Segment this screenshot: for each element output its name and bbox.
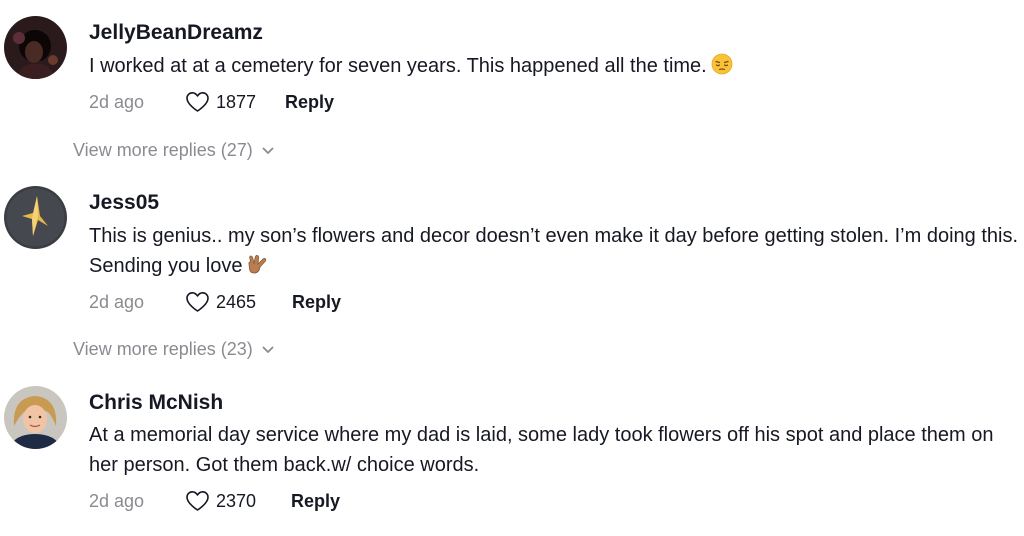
chevron-down-icon — [262, 346, 274, 353]
view-more-replies-label: View more replies (27) — [73, 140, 253, 160]
comment-username[interactable]: Chris McNish — [89, 391, 223, 415]
avatar[interactable] — [4, 386, 67, 449]
comment-username[interactable]: Jess05 — [89, 191, 159, 215]
like-count: 2370 — [216, 490, 257, 511]
chevron-down-icon — [262, 147, 274, 154]
comment-text: At a memorial day service where my dad i… — [89, 424, 994, 476]
like-button[interactable]: 1877 — [185, 91, 285, 113]
reply-button[interactable]: Reply — [292, 292, 341, 313]
comment-time: 2d ago — [89, 490, 145, 511]
comment-meta: 2d ago 2370 Reply — [89, 489, 340, 513]
comment-time: 2d ago — [89, 291, 145, 312]
pensive-face-icon — [711, 53, 733, 75]
comment-text: This is genius.. my son’s flowers and de… — [89, 221, 1024, 281]
comment-meta: 2d ago 2465 Reply — [89, 290, 341, 314]
like-count: 2465 — [216, 291, 257, 312]
like-count: 1877 — [216, 91, 257, 112]
view-more-replies-label: View more replies (23) — [73, 339, 253, 359]
avatar[interactable] — [4, 186, 67, 249]
avatar[interactable] — [4, 16, 67, 79]
like-button[interactable]: 2465 — [185, 291, 292, 313]
comment-meta: 2d ago 1877 Reply — [89, 90, 334, 114]
comment-text: I worked at at a cemetery for seven year… — [89, 51, 1024, 81]
comment-text-body: I worked at at a cemetery for seven year… — [89, 55, 707, 77]
heart-outline-icon — [186, 292, 209, 312]
view-more-replies-button[interactable]: View more replies (27) — [73, 140, 274, 161]
reply-button[interactable]: Reply — [291, 491, 340, 512]
heart-outline-icon — [186, 92, 209, 112]
like-button[interactable]: 2370 — [185, 490, 291, 512]
heart-outline-icon — [186, 491, 209, 511]
comment-text-body: This is genius.. my son’s flowers and de… — [89, 225, 1019, 277]
love-you-gesture-hand-icon — [248, 255, 267, 274]
comment-username[interactable]: JellyBeanDreamz — [89, 21, 263, 45]
view-more-replies-button[interactable]: View more replies (23) — [73, 339, 274, 360]
reply-button[interactable]: Reply — [285, 92, 334, 113]
comment-time: 2d ago — [89, 91, 145, 112]
